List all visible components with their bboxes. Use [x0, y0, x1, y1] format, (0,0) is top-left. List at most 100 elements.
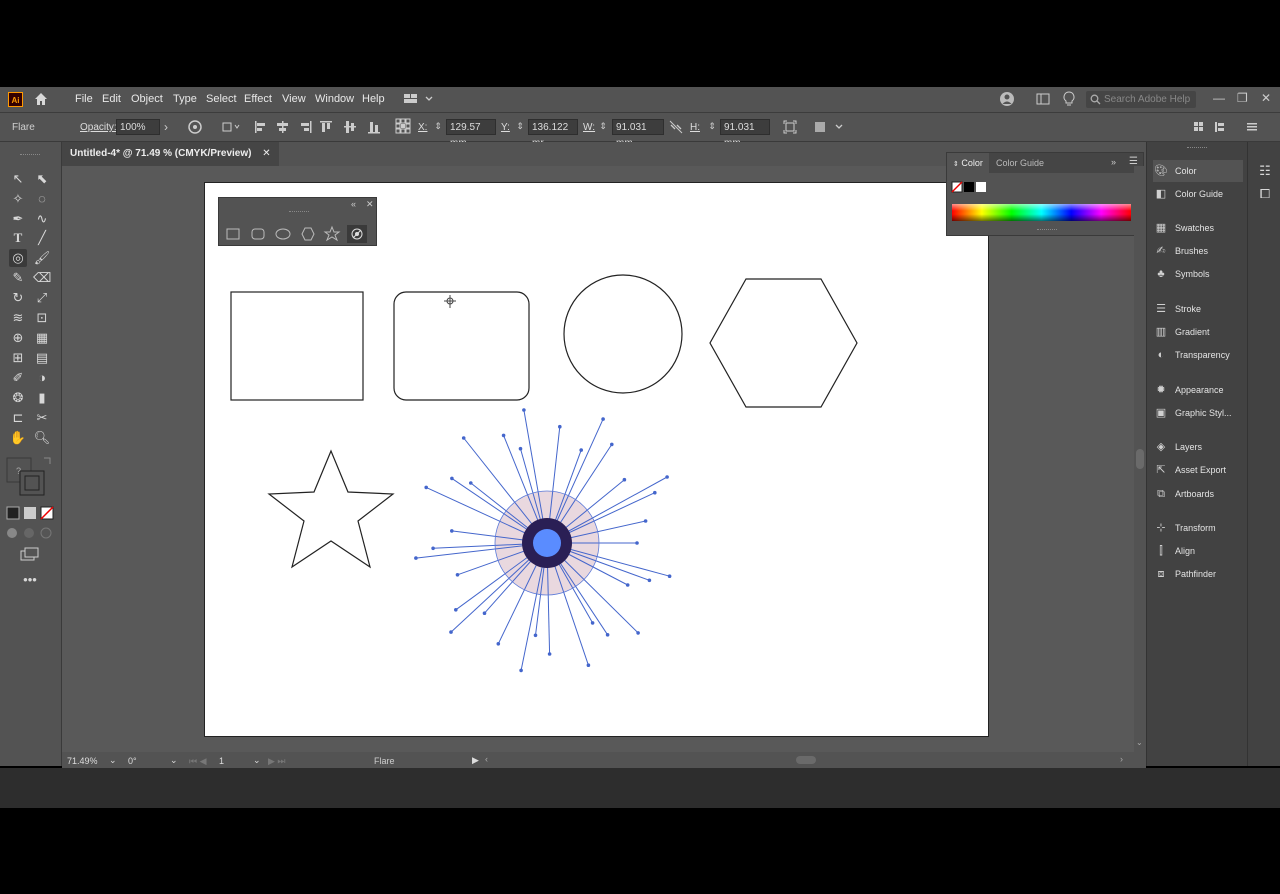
vertical-scroll-thumb[interactable]	[1136, 449, 1144, 469]
rounded-rectangle-shape[interactable]	[393, 291, 530, 401]
edit-toolbar-icon[interactable]: •••	[21, 571, 39, 589]
free-transform-tool-icon[interactable]: ⊡	[33, 309, 51, 327]
type-tool-icon[interactable]: T	[9, 229, 27, 247]
dock-item-color-guide[interactable]: ◧ Color Guide	[1153, 183, 1243, 205]
color-spectrum[interactable]	[952, 204, 1131, 221]
magic-wand-tool-icon[interactable]: ✧	[9, 190, 27, 208]
dock-item-color[interactable]: 🎨︎ Color	[1153, 160, 1243, 182]
vertical-scrollbar[interactable]: ⌄	[1134, 166, 1146, 752]
lasso-tool-icon[interactable]: ◌	[33, 190, 51, 208]
zoom-level[interactable]: 71.49%	[67, 756, 98, 766]
menu-select[interactable]: Select	[206, 93, 237, 105]
fill-stroke-swatches[interactable]: ?	[6, 454, 54, 498]
color-panel-grip[interactable]	[1037, 229, 1057, 230]
star-tool-icon[interactable]	[323, 225, 341, 242]
minimize-icon[interactable]: —	[1213, 91, 1225, 105]
shape-builder-tool-icon[interactable]: ⊕	[9, 329, 27, 347]
pen-tool-icon[interactable]: ✒	[9, 210, 27, 228]
menu-file[interactable]: File	[75, 93, 93, 105]
menu-type[interactable]: Type	[173, 93, 197, 105]
line-tool-icon[interactable]: ╱	[33, 229, 51, 247]
dock-item-asset-export[interactable]: ⇱ Asset Export	[1153, 459, 1243, 481]
dock-item-transform[interactable]: ⊹ Transform	[1153, 517, 1243, 539]
properties-icon[interactable]: ☷	[1256, 162, 1274, 180]
polygon-tool-icon[interactable]	[301, 227, 315, 241]
gradient-tool-icon[interactable]: ▤	[33, 349, 51, 367]
artboard[interactable]	[204, 182, 989, 737]
libraries-icon[interactable]: ⧠	[1256, 185, 1274, 203]
dock-grip[interactable]	[1187, 147, 1207, 148]
dock-item-transparency[interactable]: ◐ Transparency	[1153, 344, 1243, 366]
arrange-documents-icon[interactable]	[1036, 92, 1050, 106]
eraser-tool-icon[interactable]: ⌫	[33, 269, 51, 287]
x-stepper-icon[interactable]: ⇕	[433, 119, 443, 133]
dock-item-appearance[interactable]: ✹ Appearance	[1153, 379, 1243, 401]
drawing-modes-icon[interactable]	[6, 526, 54, 540]
isolate-icon[interactable]	[814, 120, 844, 134]
eyedropper-tool-icon[interactable]: ✐	[9, 369, 27, 387]
menu-help[interactable]: Help	[362, 93, 385, 105]
menu-view[interactable]: View	[282, 93, 306, 105]
dock-item-gradient[interactable]: ▥ Gradient	[1153, 321, 1243, 343]
warp-tool-icon[interactable]: ≋	[9, 309, 27, 327]
dock-item-pathfinder[interactable]: ⧈ Pathfinder	[1153, 563, 1243, 585]
w-stepper-icon[interactable]: ⇕	[598, 119, 608, 133]
hand-tool-icon[interactable]: ✋	[9, 429, 27, 447]
blend-tool-icon[interactable]: ◑	[33, 369, 51, 387]
x-input[interactable]: 129.57 mm	[446, 119, 496, 149]
y-input[interactable]: 136.122 mr	[528, 119, 578, 149]
tab-color-guide[interactable]: Color Guide	[990, 153, 1050, 173]
shape-properties-icon[interactable]	[783, 120, 797, 134]
transform-options-icon[interactable]	[221, 120, 241, 134]
artboard-nav-first-icon[interactable]: ⏮ ◀	[189, 756, 207, 767]
zoom-dropdown-icon[interactable]: ⌄	[109, 755, 117, 766]
opacity-menu-icon[interactable]: ›	[161, 120, 171, 134]
scale-tool-icon[interactable]: ⤢	[33, 289, 51, 307]
perspective-grid-tool-icon[interactable]: ▦	[33, 329, 51, 347]
artboard-nav-last-icon[interactable]: ▶ ⏭	[268, 756, 286, 767]
dock-item-align[interactable]: ⫿ Align	[1153, 540, 1243, 562]
scroll-right-icon[interactable]: ›	[1120, 754, 1123, 764]
panel-grip[interactable]	[289, 211, 309, 212]
dock-item-layers[interactable]: ◈ Layers	[1153, 436, 1243, 458]
panel-options-icons[interactable]	[1193, 120, 1263, 134]
close-panel-icon[interactable]: ✕	[366, 199, 374, 210]
constrain-proportions-icon[interactable]	[669, 120, 683, 134]
dock-item-brushes[interactable]: ✍ Brushes	[1153, 240, 1243, 262]
shaper-tool-icon[interactable]: ✎	[9, 269, 27, 287]
document-tab[interactable]: Untitled-4* @ 71.49 % (CMYK/Preview) ✕	[62, 142, 279, 166]
search-input[interactable]: Search Adobe Help	[1086, 91, 1196, 108]
curvature-tool-icon[interactable]: ∿	[33, 210, 51, 228]
star-shape[interactable]	[267, 449, 395, 569]
menu-object[interactable]: Object	[131, 93, 163, 105]
close-tab-icon[interactable]: ✕	[262, 148, 270, 159]
flare-object[interactable]	[414, 408, 672, 673]
home-icon[interactable]	[33, 91, 49, 107]
dock-item-graphic-styles[interactable]: ▣ Graphic Styl...	[1153, 402, 1243, 424]
dock-item-symbols[interactable]: ♣ Symbols	[1153, 263, 1243, 285]
menu-edit[interactable]: Edit	[102, 93, 121, 105]
recolor-icon[interactable]	[188, 120, 202, 134]
rotation-dropdown-icon[interactable]: ⌄	[170, 755, 178, 766]
panel-expand-icon[interactable]: »	[1111, 157, 1116, 167]
direct-selection-tool-icon[interactable]: ⬉	[33, 170, 51, 188]
artboard-number[interactable]: 1	[219, 756, 224, 766]
reference-point-icon[interactable]	[395, 118, 411, 134]
rotation-value[interactable]: 0°	[128, 756, 137, 766]
color-mode-buttons[interactable]	[6, 506, 54, 520]
user-account-icon[interactable]	[999, 91, 1015, 107]
w-input[interactable]: 91.031 mm	[612, 119, 664, 149]
lightbulb-icon[interactable]	[1062, 91, 1076, 107]
selection-tool-icon[interactable]: ↖	[9, 170, 27, 188]
rectangle-shape[interactable]	[230, 291, 364, 401]
rounded-rectangle-tool-icon[interactable]	[251, 228, 265, 240]
menu-effect[interactable]: Effect	[244, 93, 272, 105]
ellipse-shape[interactable]	[563, 274, 683, 394]
restore-icon[interactable]: ❐	[1237, 91, 1248, 105]
screen-mode-icon[interactable]	[20, 547, 40, 561]
dock-item-swatches[interactable]: ▦ Swatches	[1153, 217, 1243, 239]
flare-tool-icon[interactable]: ◎	[9, 249, 27, 267]
tab-color[interactable]: ⇕ Color	[947, 153, 989, 173]
white-swatch[interactable]	[976, 182, 986, 192]
collapse-panel-icon[interactable]: «	[351, 199, 356, 209]
